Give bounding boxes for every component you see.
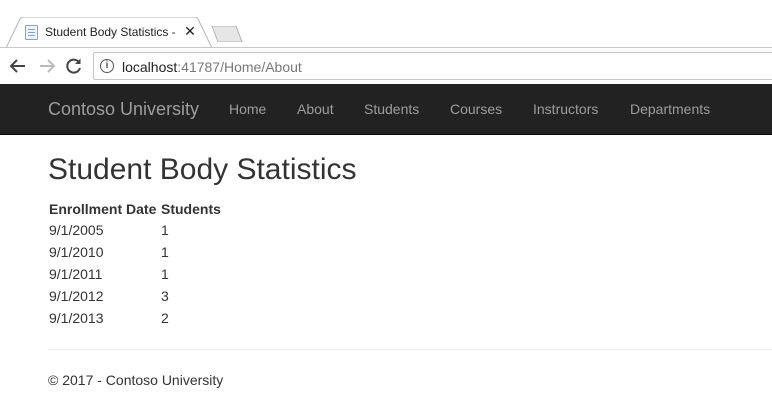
nav-instructors[interactable]: Instructors bbox=[533, 101, 598, 117]
back-icon[interactable] bbox=[8, 56, 28, 76]
footer-text: © 2017 - Contoso University bbox=[48, 372, 224, 388]
students-count-cell: 3 bbox=[161, 288, 169, 304]
stats-table: Enrollment Date Students 9/1/2005 1 9/1/… bbox=[48, 199, 222, 329]
brand-link[interactable]: Contoso University bbox=[48, 99, 199, 120]
table-row: 9/1/2013 2 bbox=[48, 307, 222, 329]
nav-home[interactable]: Home bbox=[229, 101, 266, 117]
students-count-cell: 2 bbox=[161, 310, 169, 326]
page-title: Student Body Statistics bbox=[48, 153, 357, 186]
nav-students[interactable]: Students bbox=[364, 101, 419, 117]
enrollment-date-cell: 9/1/2012 bbox=[49, 288, 104, 304]
table-row: 9/1/2005 1 bbox=[48, 219, 222, 241]
browser-toolbar: i localhost:41787/Home/About bbox=[0, 47, 772, 84]
enrollment-date-cell: 9/1/2011 bbox=[49, 266, 103, 282]
students-count-cell: 1 bbox=[161, 266, 169, 282]
address-bar[interactable]: i localhost:41787/Home/About bbox=[93, 52, 772, 80]
info-icon[interactable]: i bbox=[100, 59, 114, 73]
nav-courses[interactable]: Courses bbox=[450, 101, 502, 117]
table-row: 9/1/2010 1 bbox=[48, 241, 222, 263]
students-count-cell: 1 bbox=[161, 222, 169, 238]
enrollment-date-cell: 9/1/2005 bbox=[49, 222, 104, 238]
table-row: 9/1/2012 3 bbox=[48, 285, 222, 307]
table-row: 9/1/2011 1 bbox=[48, 263, 222, 285]
footer-divider bbox=[48, 349, 772, 350]
close-icon[interactable]: ✕ bbox=[183, 23, 197, 39]
page-icon bbox=[25, 25, 38, 40]
forward-icon[interactable] bbox=[37, 56, 57, 76]
tab-title: Student Body Statistics - bbox=[45, 25, 175, 39]
url-path: :41787/Home/About bbox=[177, 59, 302, 75]
students-count-cell: 1 bbox=[161, 244, 169, 260]
table-header-row: Enrollment Date Students bbox=[48, 199, 222, 219]
url-host: localhost bbox=[122, 59, 178, 75]
new-tab-button[interactable] bbox=[211, 26, 243, 42]
enrollment-date-cell: 9/1/2010 bbox=[49, 244, 104, 260]
nav-about[interactable]: About bbox=[297, 101, 334, 117]
nav-departments[interactable]: Departments bbox=[630, 101, 710, 117]
header-enrollment-date: Enrollment Date bbox=[49, 201, 157, 217]
reload-icon[interactable] bbox=[64, 56, 84, 76]
enrollment-date-cell: 9/1/2013 bbox=[49, 310, 104, 326]
header-students: Students bbox=[161, 201, 221, 217]
browser-tab-strip: Student Body Statistics - ✕ bbox=[0, 0, 772, 48]
url-text[interactable]: localhost:41787/Home/About bbox=[122, 59, 302, 75]
site-navbar: Contoso University Home About Students C… bbox=[0, 84, 772, 135]
